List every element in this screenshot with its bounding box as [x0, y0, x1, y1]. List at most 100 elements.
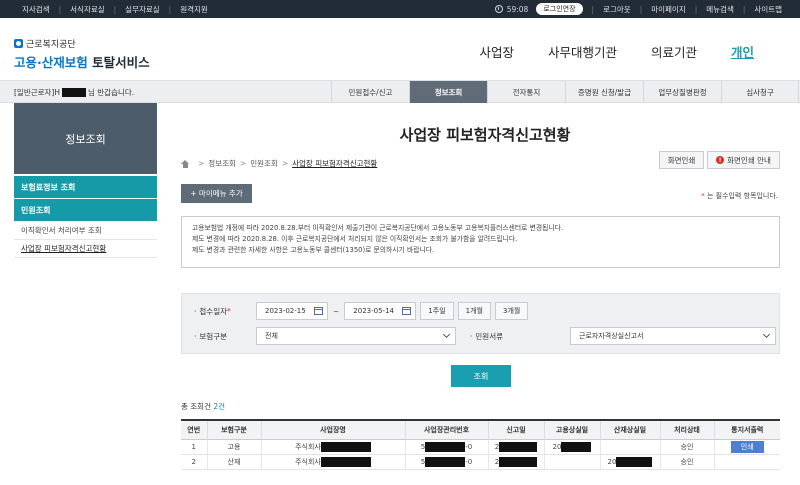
cell-emp-loss-prefix: 20 — [552, 442, 562, 451]
logout-link[interactable]: 로그아웃 — [603, 4, 631, 15]
date-row: · 접수일자* 2023-02-15 ~ 2023-05-14 1주일 1개월 3… — [194, 302, 529, 320]
user-greeting: [일반근로자] H 님 반갑습니다. — [14, 87, 134, 98]
redacted-name — [62, 88, 86, 97]
link-remote-support[interactable]: 원격지원 — [180, 4, 208, 15]
insurance-label: · 보험구분 — [194, 331, 227, 341]
extend-login-button[interactable]: 로그인연장 — [536, 3, 583, 15]
period-1-week-button[interactable]: 1주일 — [420, 302, 454, 320]
breadcrumb-item[interactable]: 민원조회 — [250, 158, 278, 169]
cell-mgmt-number: 5 -0 — [404, 454, 488, 470]
cell-type: 고용 — [206, 439, 261, 455]
link-branch-search[interactable]: 지사검색 — [22, 4, 50, 15]
page-title: 사업장 피보험자격신고현황 — [399, 126, 571, 144]
org-name-text: 근로복지공단 — [26, 40, 76, 50]
link-practice-library[interactable]: 실무자료실 — [125, 4, 160, 15]
notice-line: 고용보험법 개정에 따라 2020.8.28.부터 이직확인서 제출기관이 근로… — [192, 224, 564, 232]
divider: | — [113, 4, 117, 14]
breadcrumb-item[interactable]: 정보조회 — [208, 158, 236, 169]
doc-label: · 민원서류 — [470, 331, 503, 341]
nav-personal[interactable]: 개인 — [731, 42, 754, 61]
breadcrumb-current: 사업장 피보험자격신고현황 — [292, 159, 378, 168]
notice-line: 제도 변경과 관련한 자세한 사항은 고용노동부 콜센터(1350)로 문의하시… — [192, 246, 435, 254]
site-header: 근로복지공단 고용·산재보험 토탈서비스 사업장 사무대행기관 의료기관 개인 — [0, 18, 800, 80]
period-3-month-button[interactable]: 3개월 — [494, 302, 529, 320]
top-utility-bar: 지사검색 | 서식자료실 | 실무자료실 | 원격지원 59:08 로그인연장 … — [0, 0, 800, 18]
sidebar-sub-insured-status[interactable]: 사업장 피보험자격신고현황 — [14, 240, 157, 258]
notice-box: 고용보험법 개정에 따라 2020.8.28.부터 이직확인서 제출기관이 근로… — [181, 216, 780, 268]
print-guide-button[interactable]: ! 화면인쇄 안내 — [707, 151, 780, 169]
session-time: 59:08 — [506, 4, 529, 14]
print-guide-label: 화면인쇄 안내 — [727, 155, 771, 165]
add-my-menu-button[interactable]: + 마이메뉴 추가 — [181, 184, 252, 203]
calendar-icon[interactable] — [402, 307, 412, 315]
print-screen-button[interactable]: 화면인쇄 — [659, 151, 704, 169]
cell-no: 2 — [181, 454, 207, 470]
redacted-text — [616, 456, 653, 467]
col-employment-loss-date: 고용상실일 — [543, 420, 600, 440]
doc-select[interactable]: 근로자자격상실신고서 — [570, 327, 776, 345]
user-greeting-suffix: 님 반갑습니다. — [88, 88, 135, 97]
home-icon[interactable] — [181, 159, 190, 168]
date-from-field[interactable]: 2023-02-15 — [256, 302, 328, 320]
divider: | — [168, 4, 172, 14]
menu-search-link[interactable]: 메뉴검색 — [706, 4, 734, 15]
insurance-label-text: 보험구분 — [199, 331, 227, 341]
redacted-text — [320, 441, 371, 452]
date-to-value: 2023-05-14 — [353, 307, 394, 315]
period-1-month-button[interactable]: 1개월 — [457, 302, 491, 320]
results-table: 연번 보험구분 사업장명 사업장관리번호 신고일 고용상실일 산재상실일 처리상… — [181, 419, 780, 470]
sub-nav-tabs: 민원접수/신고 정보조회 전자통지 증명원 신청/발급 업무상질병판정 심사청구 — [331, 81, 799, 103]
table-row: 1 고용 주식회사 5 -0 2 20 승인 인쇄 — [181, 439, 780, 455]
search-button[interactable]: 조회 — [451, 365, 511, 387]
cell-mgmt-number: 5 -0 — [404, 439, 488, 455]
doc-selected: 근로자자격상실신고서 — [579, 332, 644, 340]
redacted-text — [425, 441, 466, 452]
col-insurance-type: 보험구분 — [206, 420, 261, 440]
calendar-icon[interactable] — [314, 307, 323, 315]
insurance-selected: 전체 — [265, 332, 278, 340]
redacted-text — [561, 441, 592, 452]
tab-info-inquiry[interactable]: 정보조회 — [409, 81, 487, 103]
col-status: 처리상태 — [659, 420, 714, 440]
tab-review-request[interactable]: 심사청구 — [721, 81, 799, 103]
breadcrumb-separator: > — [281, 159, 289, 168]
divider: | — [742, 4, 746, 14]
sidebar-title: 정보조회 — [14, 103, 157, 174]
sidebar-sub-separation-cert[interactable]: 이직확인서 처리여부 조회 — [14, 222, 157, 240]
col-no: 연번 — [181, 420, 207, 440]
col-notice-print: 통지서출력 — [713, 420, 780, 440]
org-name: 근로복지공단 — [14, 37, 150, 50]
tab-disease-decision[interactable]: 업무상질병판정 — [643, 81, 721, 103]
sitemap-link[interactable]: 사이트맵 — [754, 4, 782, 15]
nav-workplace[interactable]: 사업장 — [479, 42, 514, 61]
nav-agency[interactable]: 사무대행기관 — [548, 42, 617, 61]
redacted-text — [499, 456, 538, 467]
cell-status: 승인 — [659, 439, 714, 455]
range-separator: ~ — [333, 306, 340, 316]
table-row: 2 산재 주식회사 5 -0 2 20 승인 — [181, 454, 780, 470]
sidebar-item-premium-info[interactable]: 보험료정보 조회 — [14, 176, 157, 198]
session-timer: 59:08 — [494, 4, 529, 14]
mypage-link[interactable]: 마이페이지 — [651, 4, 686, 15]
redacted-text — [425, 456, 466, 467]
link-form-library[interactable]: 서식자료실 — [70, 4, 105, 15]
cell-ind-loss — [599, 439, 660, 455]
date-to-field[interactable]: 2023-05-14 — [344, 302, 417, 320]
print-notice-button[interactable]: 인쇄 — [730, 440, 764, 453]
notice-line: 제도 변경에 따라 2020.8.28. 이후 근로복지공단에서 처리되지 않은… — [192, 235, 518, 243]
sidebar-item-complaint-inquiry[interactable]: 민원조회 — [14, 199, 157, 221]
search-form: · 접수일자* 2023-02-15 ~ 2023-05-14 1주일 1개월 3… — [181, 293, 780, 354]
site-logo[interactable]: 근로복지공단 고용·산재보험 토탈서비스 — [14, 37, 150, 71]
sub-nav: [일반근로자] H 님 반갑습니다. 민원접수/신고 정보조회 전자통지 증명원… — [0, 80, 800, 103]
tab-certificate[interactable]: 증명원 신청/발급 — [565, 81, 643, 103]
nav-medical[interactable]: 의료기관 — [651, 42, 697, 61]
date-from-value: 2023-02-15 — [265, 307, 306, 315]
insurance-select[interactable]: 전체 — [256, 327, 456, 345]
cell-no: 1 — [181, 439, 207, 455]
redacted-text — [320, 456, 371, 467]
cell-print: 인쇄 — [713, 439, 780, 455]
tab-e-notice[interactable]: 전자통지 — [487, 81, 565, 103]
date-label-text: 접수일자 — [199, 306, 227, 316]
tab-complaint-filing[interactable]: 민원접수/신고 — [331, 81, 409, 103]
col-industrial-loss-date: 산재상실일 — [599, 420, 660, 440]
